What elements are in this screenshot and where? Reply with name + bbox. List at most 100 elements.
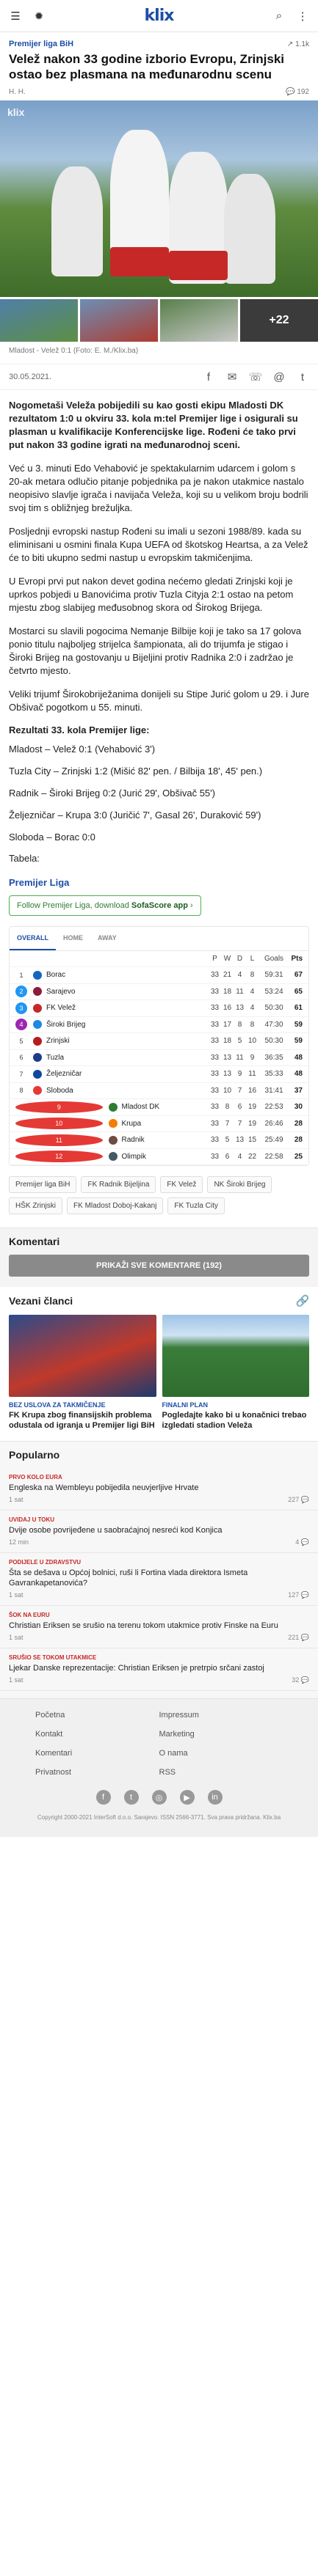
popular-item[interactable]: PODIJELE U ZDRAVSTVU Šta se dešava u Opć… [0, 1553, 318, 1606]
league-link[interactable]: Premijer Liga [9, 877, 309, 888]
losses: 8 [250, 1020, 255, 1029]
comments-heading: Komentari [0, 1228, 318, 1255]
tab-home[interactable]: HOME [56, 927, 90, 950]
draws: 5 [237, 1037, 242, 1046]
standings-row[interactable]: 3 FK Velež 33 16 13 4 50:30 61 [10, 1000, 308, 1017]
sofascore-follow-button[interactable]: Follow Premijer Liga, download SofaScore… [9, 895, 201, 916]
link-icon[interactable]: 🔗 [296, 1294, 310, 1307]
facebook-share-icon[interactable]: f [202, 370, 215, 384]
tag[interactable]: FK Radnik Bijeljina [81, 1176, 156, 1193]
follow-app-name: SofaScore app [131, 901, 188, 910]
facebook-icon[interactable]: f [95, 1790, 111, 1805]
social-links: f t ◎ ▶ in [9, 1790, 309, 1805]
losses: 22 [247, 1152, 257, 1161]
related-article[interactable]: FINALNI PLAN Pogledajte kako bi u konačn… [162, 1315, 309, 1431]
footer: Početna Impressum Kontakt Marketing Kome… [0, 1698, 318, 1837]
article-lead: Nogometaši Veleža pobijedili su kao gost… [9, 400, 298, 450]
search-icon[interactable]: ⌕ [272, 10, 286, 23]
popular-time: 1 sat [9, 1676, 24, 1684]
points: 48 [294, 1070, 303, 1079]
points: 28 [294, 1136, 303, 1145]
show-comments-button[interactable]: PRIKAŽI SVE KOMENTARE (192) [9, 1255, 309, 1277]
tag[interactable]: Premijer liga BiH [9, 1176, 77, 1193]
article-category[interactable]: Premijer liga BiH [9, 40, 73, 48]
standings-row[interactable]: 8 Sloboda 33 10 7 16 31:41 37 [10, 1083, 308, 1099]
footer-link-o-nama[interactable]: O nama [159, 1749, 283, 1758]
header-d: D [236, 955, 243, 963]
wins: 8 [225, 1103, 230, 1112]
result-line: Radnik – Široki Brijeg 0:2 (Jurić 29', O… [9, 788, 215, 799]
standings-row[interactable]: 7 Željezničar 33 13 9 11 35:33 48 [10, 1066, 308, 1083]
popular-item[interactable]: ŠOK NA EURU Christian Eriksen se srušio … [0, 1606, 318, 1648]
points: 25 [294, 1152, 303, 1161]
youtube-icon[interactable]: ▶ [179, 1790, 195, 1805]
standings-row[interactable]: 12 Olimpik 33 6 4 22 22:58 25 [10, 1149, 308, 1165]
comments-counter[interactable]: 💬 192 [286, 88, 309, 96]
popular-title: Popularno [9, 1449, 60, 1461]
standings-row[interactable]: 9 Mladost DK 33 8 6 19 22:53 30 [10, 1099, 308, 1116]
wins: 7 [225, 1119, 230, 1128]
article-paragraph: U Evropi prvi put nakon devet godina neć… [9, 576, 294, 613]
copyright: Copyright 2000-2021 InterSoft d.o.o. Sar… [37, 1814, 281, 1821]
gallery-thumb[interactable] [0, 299, 78, 342]
popular-item[interactable]: PRVO KOLO EURA Engleska na Wembleyu pobi… [0, 1468, 318, 1511]
goals: 59:31 [264, 971, 283, 980]
popular-section: Popularno PRVO KOLO EURA Engleska na Wem… [0, 1441, 318, 1698]
standings-row[interactable]: 5 Zrinjski 33 18 5 10 50:30 59 [10, 1033, 308, 1050]
site-logo[interactable]: klix [145, 7, 175, 25]
header-pts: Pts [291, 955, 303, 963]
player-shorts [169, 251, 228, 280]
standings-row[interactable]: 4 Široki Brijeg 33 17 8 8 47:30 59 [10, 1017, 308, 1033]
position-badge: 4 [15, 1019, 27, 1031]
tag[interactable]: FK Velež [160, 1176, 203, 1193]
footer-link-komentari[interactable]: Komentari [35, 1749, 159, 1758]
twitter-icon[interactable]: t [123, 1790, 139, 1805]
email-share-icon[interactable]: @ [272, 370, 286, 384]
popular-comment-count: 32 [292, 1676, 300, 1684]
footer-link-kontakt[interactable]: Kontakt [35, 1730, 159, 1739]
related-article[interactable]: BEZ USLOVA ZA TAKMIČENJE FK Krupa zbog f… [9, 1315, 156, 1431]
footer-link-rss[interactable]: RSS [159, 1768, 283, 1777]
played: 33 [210, 1004, 220, 1013]
footer-link-pocetna[interactable]: Početna [35, 1711, 159, 1720]
tab-away[interactable]: AWAY [90, 927, 124, 950]
gallery-thumb[interactable] [80, 299, 158, 342]
more-options-icon[interactable]: ⋮ [296, 10, 309, 23]
position-badge: 3 [15, 1002, 27, 1014]
menu-icon[interactable]: ☰ [9, 10, 22, 23]
gallery-thumb[interactable] [160, 299, 238, 342]
twitter-share-icon[interactable]: t [296, 370, 309, 384]
tag[interactable]: NK Široki Brijeg [207, 1176, 272, 1193]
messenger-share-icon[interactable]: ✉ [225, 370, 239, 384]
article-meta: H. H. 💬 192 [0, 87, 318, 100]
losses: 16 [247, 1086, 257, 1095]
linkedin-icon[interactable]: in [207, 1790, 223, 1805]
instagram-icon[interactable]: ◎ [151, 1790, 167, 1805]
footer-link-impressum[interactable]: Impressum [159, 1711, 283, 1720]
standings-row[interactable]: 1 Borac 33 21 4 8 59:31 67 [10, 967, 308, 984]
popular-item[interactable]: UVIDAJ U TOKU Dvije osobe povrijeđene u … [0, 1511, 318, 1553]
standings-row[interactable]: 2 Sarajevo 33 18 11 4 53:24 65 [10, 984, 308, 1000]
tab-overall[interactable]: OVERALL [10, 927, 57, 950]
popular-item[interactable]: SRUŠIO SE TOKOM UTAKMICE Ljekar Danske r… [0, 1648, 318, 1691]
losses: 9 [250, 1053, 255, 1062]
theme-toggle-icon[interactable]: ✹ [32, 10, 46, 23]
standings-row[interactable]: 6 Tuzla 33 13 11 9 36:35 48 [10, 1050, 308, 1066]
tag[interactable]: HŠK Zrinjski [9, 1197, 63, 1214]
standings-row[interactable]: 11 Radnik 33 5 13 15 25:49 28 [10, 1132, 308, 1149]
goals: 53:24 [264, 987, 283, 996]
footer-link-marketing[interactable]: Marketing [159, 1730, 283, 1739]
losses: 19 [247, 1103, 257, 1112]
tag[interactable]: FK Mladost Doboj-Kakanj [67, 1197, 164, 1214]
gallery-more-button[interactable]: +22 [240, 299, 318, 342]
standings-row[interactable]: 10 Krupa 33 7 7 19 26:46 28 [10, 1116, 308, 1132]
follow-text: Follow Premijer Liga, download [17, 901, 131, 910]
viber-share-icon[interactable]: ☏ [249, 370, 263, 384]
footer-link-privatnost[interactable]: Privatnost [35, 1768, 159, 1777]
hero-image[interactable]: klix [0, 100, 318, 297]
tag[interactable]: FK Tuzla City [167, 1197, 225, 1214]
draws: 11 [236, 1053, 244, 1062]
standings-tabs: OVERALL HOME AWAY [10, 927, 308, 951]
losses: 4 [250, 987, 255, 996]
wins: 10 [223, 1086, 232, 1095]
